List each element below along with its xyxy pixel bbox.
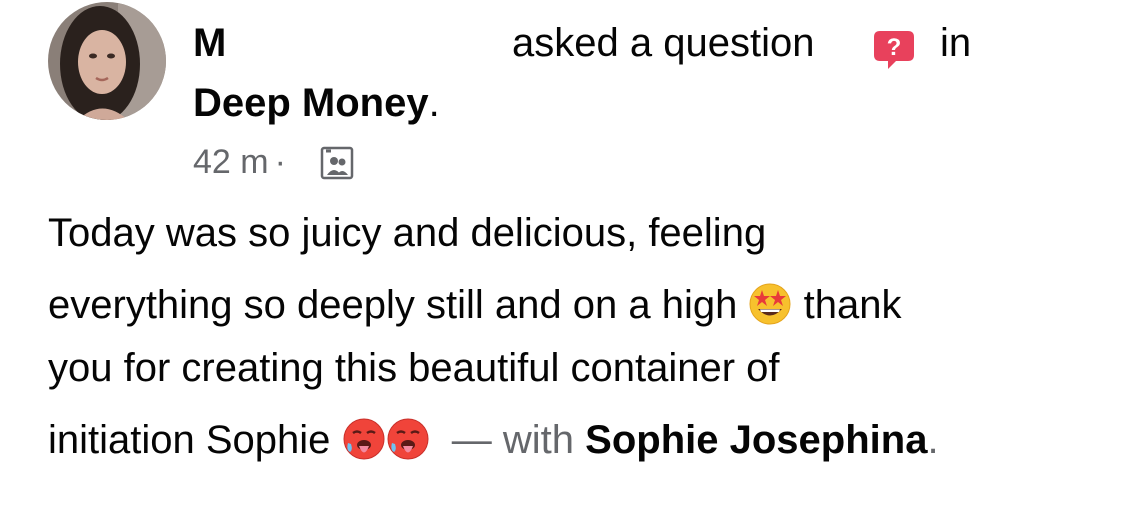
post-text-line-3: you for creating this beautiful containe… <box>48 346 780 390</box>
avatar-photo <box>48 2 166 120</box>
action-text: asked a question <box>512 21 815 65</box>
hot-face-emoji <box>387 418 429 460</box>
post-card: M asked a question ? in Deep Money. 42 m… <box>0 0 1125 519</box>
hot-face-emoji <box>343 418 385 460</box>
with-text: — with <box>451 418 575 462</box>
post-text-line-1: Today was so juicy and delicious, feelin… <box>48 211 767 255</box>
tagged-period: . <box>927 418 939 462</box>
post-text-line-4: initiation Sophie — with Sophie Josephin… <box>48 417 1108 463</box>
meta-separator: · <box>274 143 286 181</box>
group-name-link[interactable]: Deep Money. <box>193 80 440 126</box>
group-name-period: . <box>428 81 440 125</box>
post-text-line-2: everything so deeply still and on a high… <box>48 282 1108 328</box>
author-avatar[interactable] <box>48 2 166 120</box>
in-text: in <box>940 21 972 65</box>
group-name[interactable]: Deep Money <box>193 81 429 125</box>
svg-text:?: ? <box>887 34 902 61</box>
tagged-person-link[interactable]: Sophie Josephina <box>585 418 927 462</box>
timestamp[interactable]: 42 m <box>193 143 269 181</box>
author-name[interactable]: M <box>193 20 226 66</box>
star-struck-emoji <box>749 283 791 325</box>
post-meta: 42 m · <box>193 140 292 184</box>
post-text-line-2-start: everything so deeply still and on a high <box>48 283 738 327</box>
post-text-line-4-start: initiation Sophie <box>48 418 331 462</box>
group-privacy-icon[interactable] <box>320 146 354 180</box>
question-badge-icon: ? <box>874 31 914 69</box>
post-text-line-2-end: thank <box>803 283 902 327</box>
